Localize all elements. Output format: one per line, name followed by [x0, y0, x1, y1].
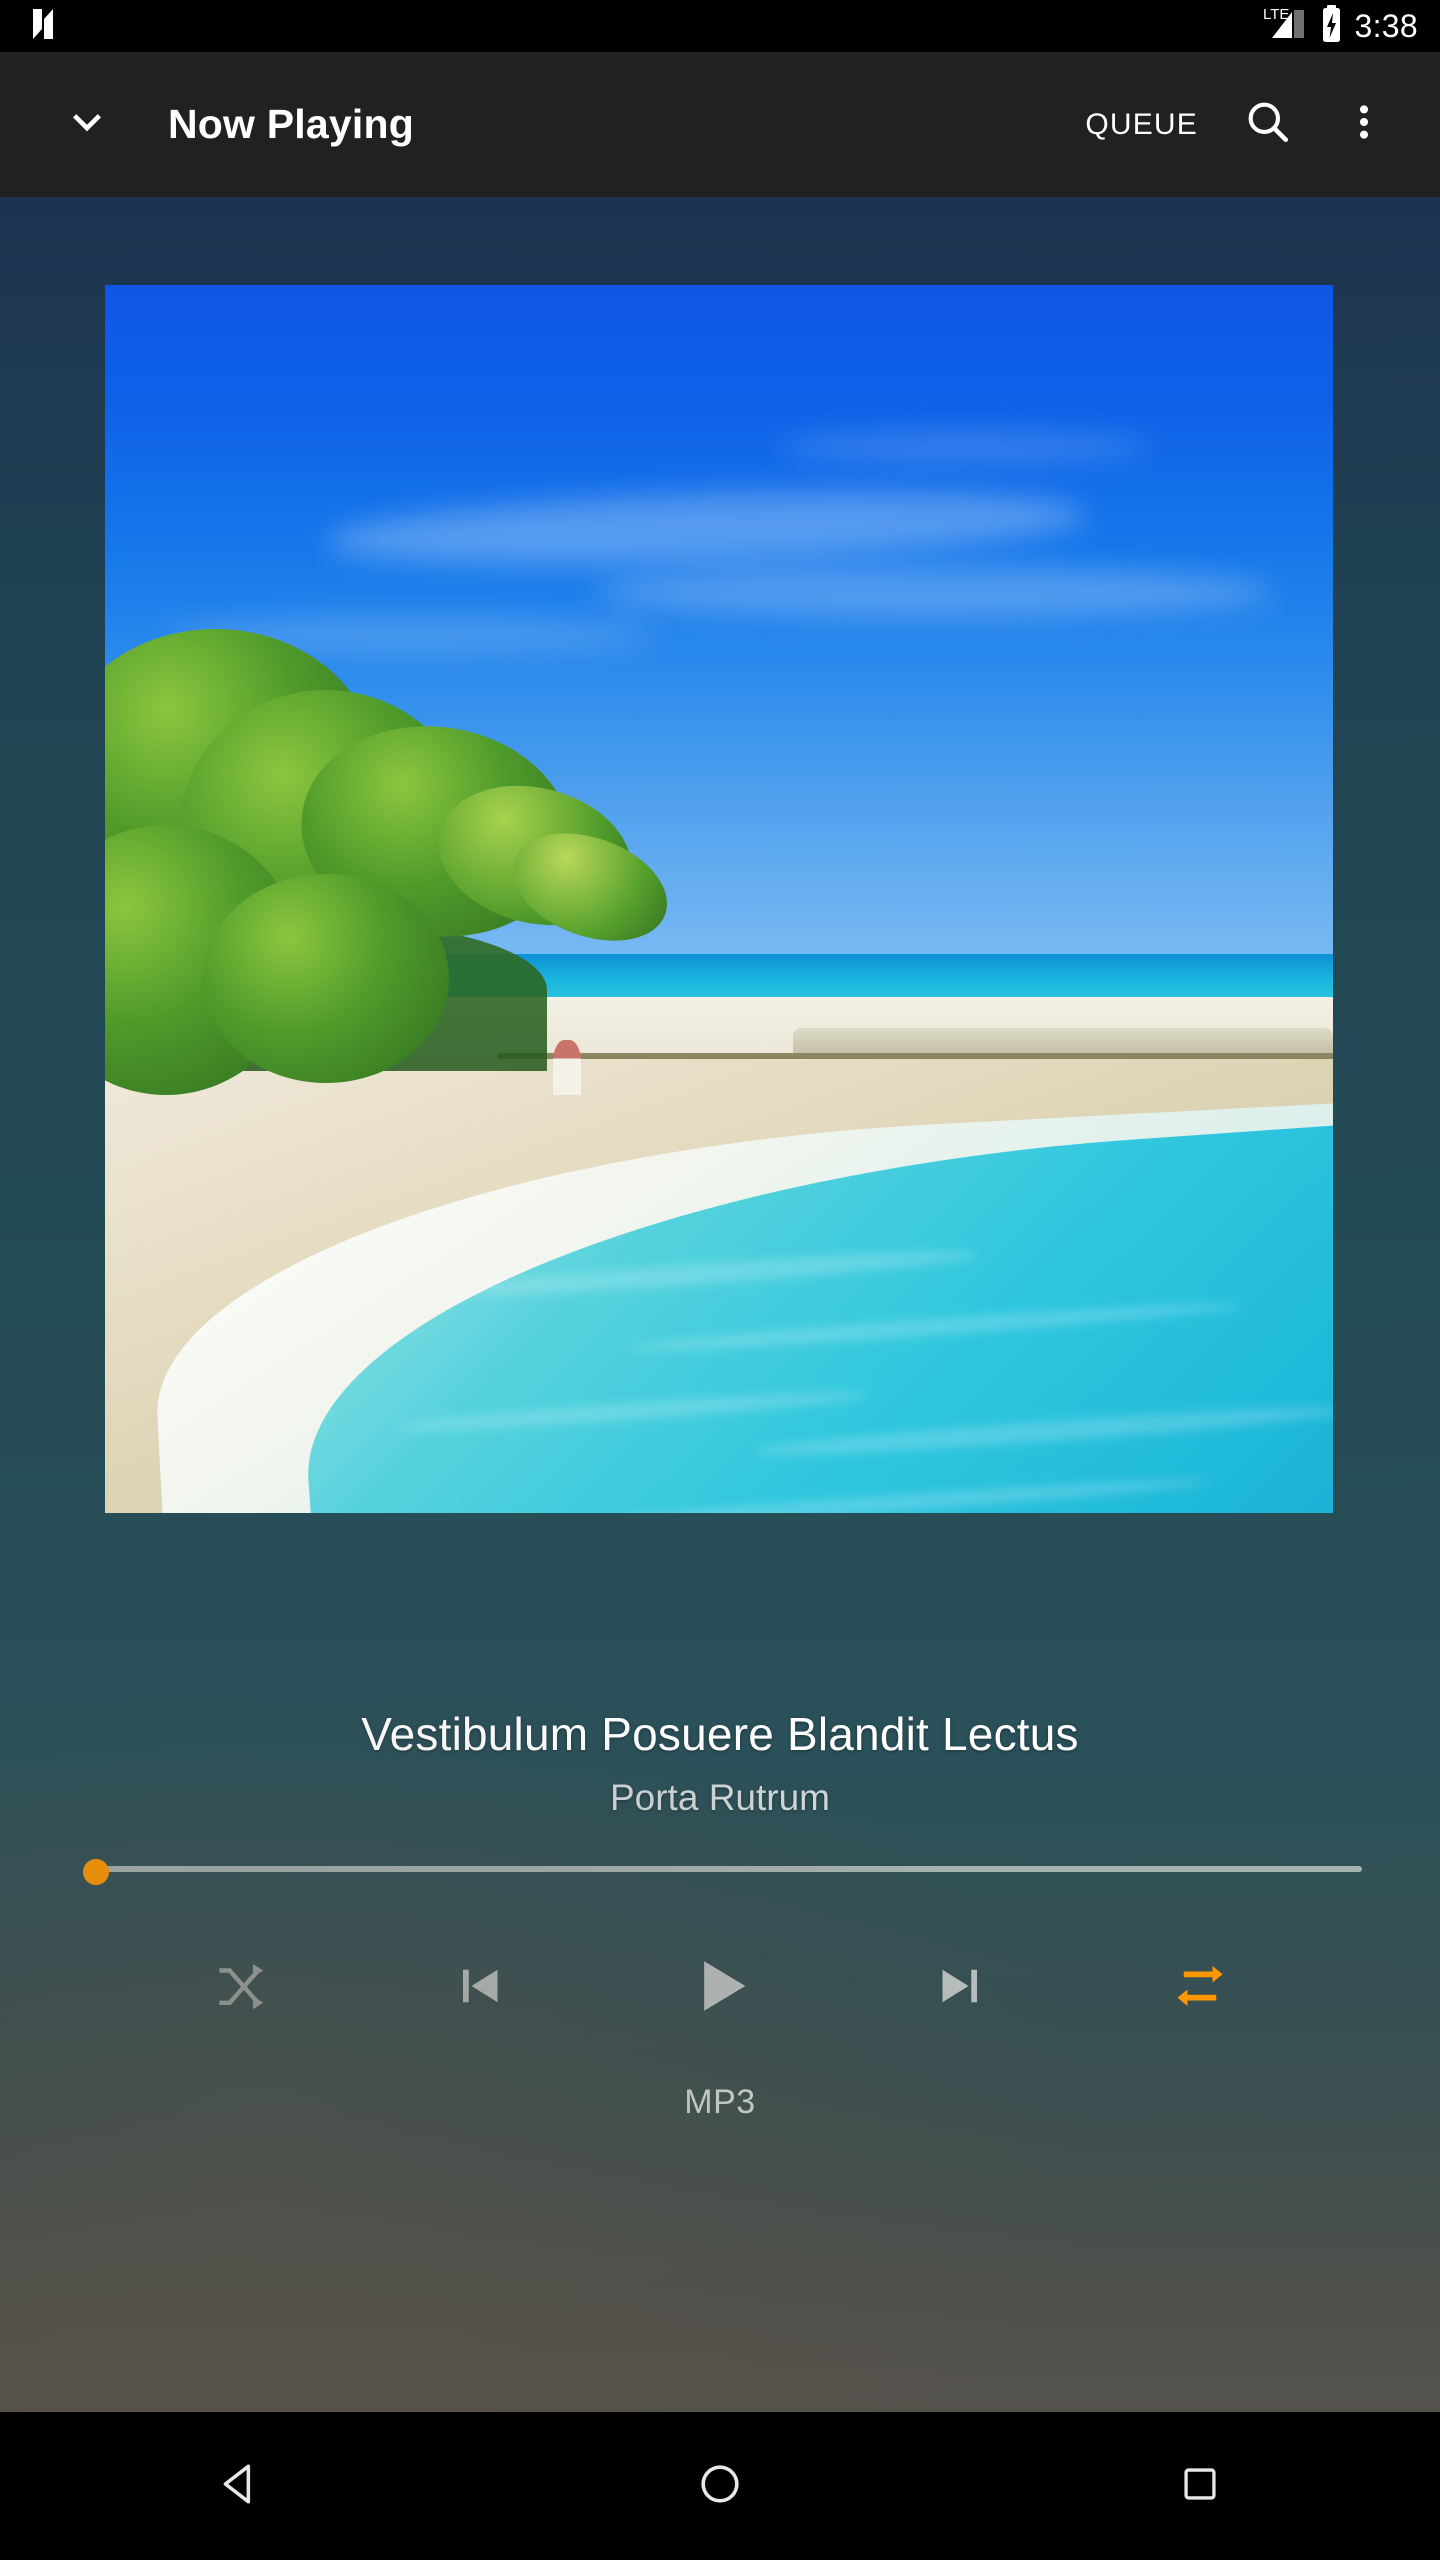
art-cloud — [780, 432, 1149, 462]
overflow-menu-button[interactable] — [1316, 80, 1412, 170]
search-button[interactable] — [1220, 80, 1316, 170]
seek-bar-thumb[interactable] — [83, 1859, 109, 1885]
nav-back-button[interactable] — [165, 2412, 315, 2560]
track-title: Vestibulum Posuere Blandit Lectus — [361, 1708, 1079, 1760]
album-art-image — [105, 285, 1333, 1513]
repeat-icon — [1170, 1956, 1230, 2021]
shuffle-icon — [209, 1955, 271, 2022]
skip-next-icon — [930, 1956, 990, 2021]
art-beach-umbrella — [553, 1040, 582, 1096]
nav-home-button[interactable] — [645, 2412, 795, 2560]
playback-controls — [0, 1923, 1440, 2053]
previous-button[interactable] — [416, 1924, 544, 2052]
repeat-button[interactable] — [1136, 1924, 1264, 2052]
status-bar-clock: 3:38 — [1354, 7, 1418, 44]
queue-button[interactable]: QUEUE — [1063, 80, 1220, 170]
cell-signal-icon: LTE — [1262, 4, 1308, 49]
skip-previous-icon — [450, 1956, 510, 2021]
recents-square-icon — [1178, 2462, 1222, 2511]
seek-bar-track — [96, 1866, 1362, 1872]
seek-bar[interactable] — [78, 1849, 1362, 1889]
home-circle-icon — [696, 2460, 744, 2513]
more-vert-icon — [1341, 99, 1387, 150]
svg-text:LTE: LTE — [1263, 6, 1289, 23]
status-bar-left — [30, 5, 64, 48]
play-button[interactable] — [656, 1924, 784, 2052]
battery-charging-icon — [1319, 4, 1344, 49]
android-n-logo-icon — [30, 5, 64, 48]
app-bar: Now Playing QUEUE — [0, 52, 1440, 197]
art-palm-tree — [203, 874, 449, 1084]
player-content: Vestibulum Posuere Blandit Lectus Porta … — [0, 197, 1440, 2412]
play-icon — [682, 1948, 758, 2029]
format-badge: MP3 — [684, 2083, 756, 2121]
status-bar: LTE 3:38 — [0, 0, 1440, 52]
chevron-down-icon — [59, 94, 115, 155]
album-art[interactable] — [105, 285, 1333, 1513]
page-title: Now Playing — [168, 101, 414, 147]
now-playing-screen: LTE 3:38 Now Playing QUEUE Vestibulum Po… — [0, 0, 1440, 2560]
art-cloud — [596, 567, 1272, 617]
system-navigation-bar — [0, 2412, 1440, 2560]
next-button[interactable] — [896, 1924, 1024, 2052]
shuffle-button[interactable] — [176, 1924, 304, 2052]
nav-recents-button[interactable] — [1125, 2412, 1275, 2560]
status-bar-right: LTE 3:38 — [1262, 4, 1418, 49]
collapse-button[interactable] — [48, 86, 126, 164]
back-triangle-icon — [215, 2459, 265, 2514]
app-bar-actions: QUEUE — [1063, 80, 1412, 170]
search-icon — [1242, 96, 1294, 153]
track-artist: Porta Rutrum — [609, 1777, 830, 1818]
